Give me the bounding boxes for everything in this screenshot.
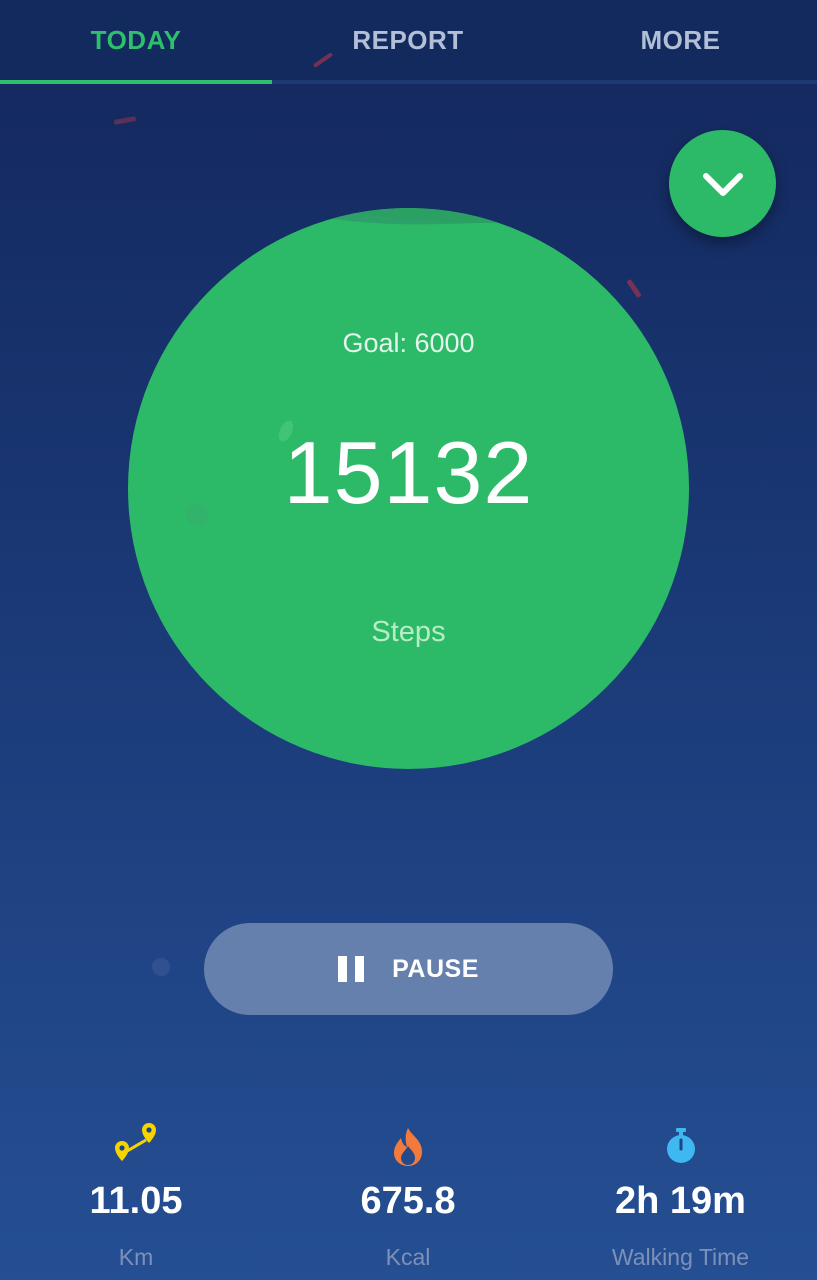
distance-unit: Km	[118, 1244, 154, 1270]
pause-icon	[338, 956, 366, 982]
tab-report[interactable]: REPORT	[272, 0, 544, 80]
tab-today[interactable]: TODAY	[0, 0, 272, 80]
walking-time-value: 2h 19m	[615, 1180, 746, 1222]
walking-time-unit: Walking Time	[611, 1244, 750, 1270]
confetti-decoration	[113, 116, 137, 125]
progress-wave	[128, 208, 689, 225]
distance-value: 11.05	[89, 1180, 183, 1222]
tab-active-indicator	[0, 80, 272, 84]
chevron-down-icon	[702, 172, 743, 196]
confetti-decoration	[152, 958, 170, 976]
walking-time-stat: 2h 19m Walking Time	[544, 1120, 817, 1280]
confetti-decoration	[626, 278, 642, 299]
distance-stat: 11.05 Km	[0, 1120, 272, 1280]
calories-stat: 675.8 Kcal	[272, 1120, 544, 1280]
pause-button[interactable]: PAUSE	[204, 923, 613, 1015]
calories-value: 675.8	[360, 1180, 456, 1222]
pause-label: PAUSE	[392, 954, 479, 983]
flame-icon	[394, 1128, 422, 1166]
tab-more[interactable]: MORE	[544, 0, 817, 80]
stopwatch-icon	[666, 1128, 695, 1163]
goal-label: Goal: 6000	[342, 328, 475, 358]
calories-unit: Kcal	[385, 1244, 431, 1270]
steps-count: 15132	[283, 423, 534, 522]
step-progress-circle: Goal: 6000 15132 Steps	[128, 208, 689, 769]
steps-unit-label: Steps	[371, 616, 446, 648]
route-pin-icon	[115, 1123, 156, 1161]
tab-bar: TODAY REPORT MORE	[0, 0, 817, 84]
